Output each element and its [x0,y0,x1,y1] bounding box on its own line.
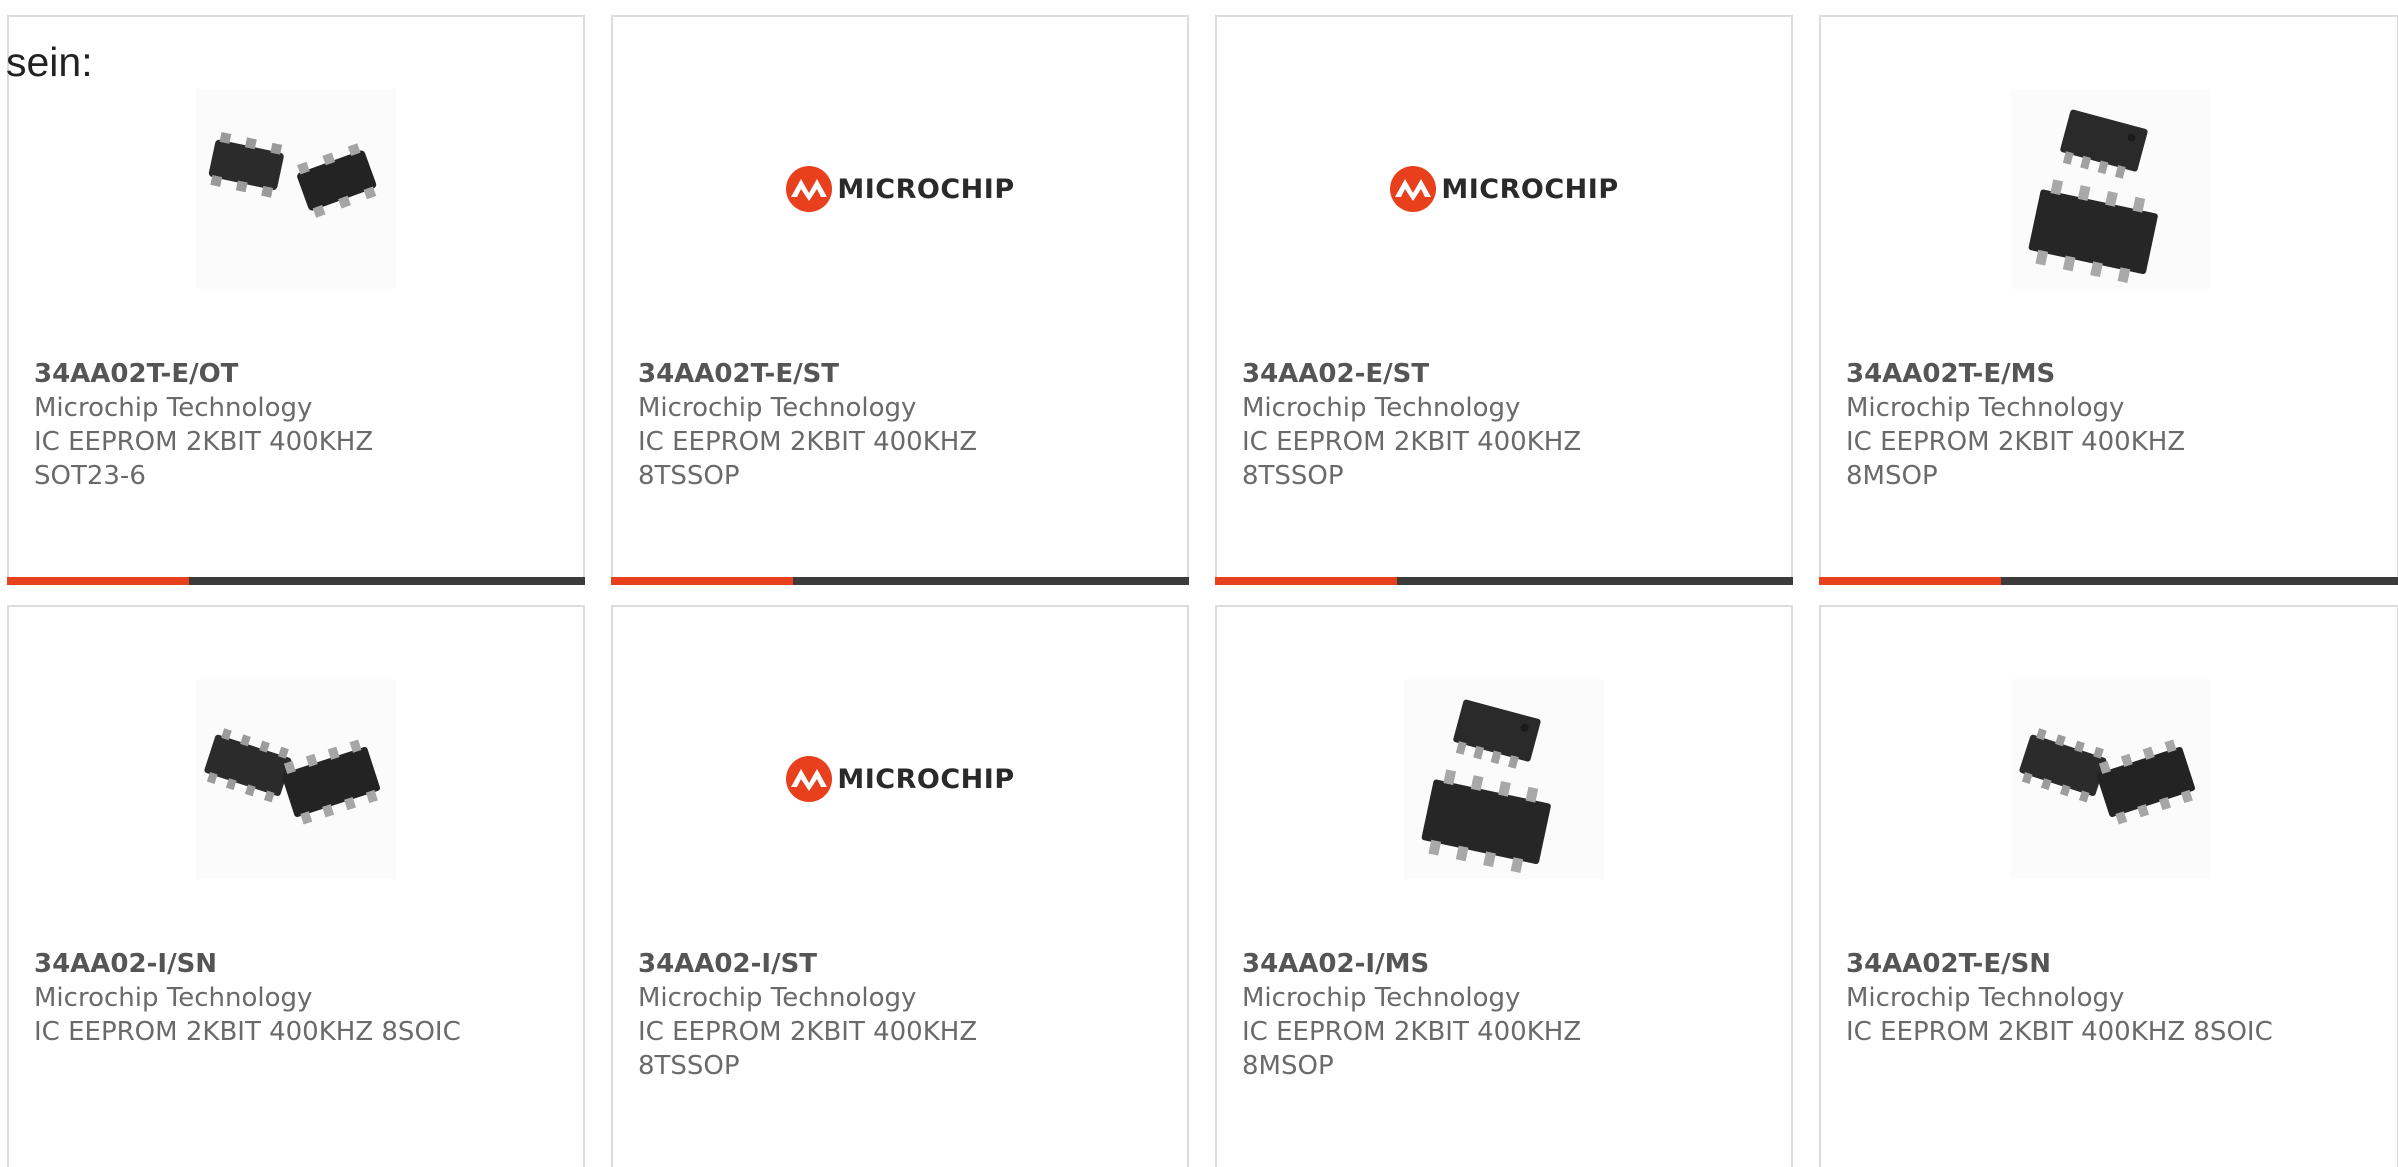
manufacturer: Microchip Technology [1846,983,2125,1013]
product-image-logo[interactable]: MICROCHIP [786,89,1014,289]
manufacturer: Microchip Technology [1242,983,1521,1013]
product-card[interactable]: 34AA02T-E/OT Microchip Technology IC EEP… [7,15,585,585]
microchip-logo: MICROCHIP [785,165,1014,213]
card-accent-fill [611,577,793,585]
logo-wordmark: MICROCHIP [837,173,1015,205]
description-line: 8TSSOP [638,1051,740,1081]
part-number-link[interactable]: 34AA02T-E/OT [34,357,563,391]
product-card[interactable]: MICROCHIP 34AA02-E/ST Microchip Technolo… [1215,15,1793,585]
product-image-logo[interactable]: MICROCHIP [786,679,1014,879]
product-image-msop[interactable] [1404,679,1604,879]
product-info: 34AA02T-E/ST Microchip Technology IC EEP… [638,357,1167,493]
description-line: IC EEPROM 2KBIT 400KHZ [1242,427,1582,457]
description-line: IC EEPROM 2KBIT 400KHZ [34,427,374,457]
microchip-logo: MICROCHIP [1389,165,1618,213]
product-image-sot23[interactable] [196,89,396,289]
msop-chip-icon [2011,89,2211,289]
description-line: 8MSOP [1242,1051,1334,1081]
description-line: IC EEPROM 2KBIT 400KHZ [638,1017,978,1047]
logo-wordmark: MICROCHIP [837,763,1015,795]
logo-wordmark: MICROCHIP [1441,173,1619,205]
part-number-link[interactable]: 34AA02T-E/ST [638,357,1167,391]
manufacturer: Microchip Technology [1846,393,2125,423]
description-line: IC EEPROM 2KBIT 400KHZ [1846,427,2186,457]
card-accent-bar [611,577,1189,585]
description-line: 8TSSOP [638,461,740,491]
product-info: 34AA02T-E/SN Microchip Technology IC EEP… [1846,947,2377,1049]
product-info: 34AA02-E/ST Microchip Technology IC EEPR… [1242,357,1771,493]
card-accent-fill [1215,577,1397,585]
product-card[interactable]: 34AA02-I/MS Microchip Technology IC EEPR… [1215,605,1793,1167]
sot23-chip-icon [196,89,396,289]
description-line: IC EEPROM 2KBIT 400KHZ 8SOIC [34,1017,461,1047]
microchip-logo: MICROCHIP [785,755,1014,803]
manufacturer: Microchip Technology [34,983,313,1013]
product-card[interactable]: MICROCHIP 34AA02-I/ST Microchip Technolo… [611,605,1189,1167]
product-card[interactable]: MICROCHIP 34AA02T-E/ST Microchip Technol… [611,15,1189,585]
description-line: IC EEPROM 2KBIT 400KHZ [638,427,978,457]
soic-chip-icon [196,679,396,879]
part-number-link[interactable]: 34AA02-I/MS [1242,947,1771,981]
manufacturer: Microchip Technology [34,393,313,423]
part-number-link[interactable]: 34AA02T-E/MS [1846,357,2377,391]
product-image-soic[interactable] [196,679,396,879]
card-accent-fill [1819,577,2001,585]
product-info: 34AA02T-E/OT Microchip Technology IC EEP… [34,357,563,493]
intro-text: sein: [6,39,93,85]
description-line: 8MSOP [1846,461,1938,491]
product-card[interactable]: 34AA02T-E/MS Microchip Technology IC EEP… [1819,15,2398,585]
product-card[interactable]: 34AA02T-E/SN Microchip Technology IC EEP… [1819,605,2398,1167]
microchip-logo-icon [786,166,833,212]
microchip-logo-icon [1390,166,1437,212]
product-grid-page: sein: 34AA02T-E/OT Microchip Technology … [0,0,2398,1167]
card-accent-fill [7,577,189,585]
product-image-soic[interactable] [2011,679,2211,879]
soic-chip-icon [2011,679,2211,879]
product-card[interactable]: 34AA02-I/SN Microchip Technology IC EEPR… [7,605,585,1167]
product-info: 34AA02-I/ST Microchip Technology IC EEPR… [638,947,1167,1083]
manufacturer: Microchip Technology [638,983,917,1013]
description-line: IC EEPROM 2KBIT 400KHZ 8SOIC [1846,1017,2273,1047]
card-accent-bar [7,577,585,585]
description-line: 8TSSOP [1242,461,1344,491]
manufacturer: Microchip Technology [638,393,917,423]
part-number-link[interactable]: 34AA02-I/ST [638,947,1167,981]
card-accent-bar [1215,577,1793,585]
description-line: SOT23-6 [34,461,146,491]
product-info: 34AA02-I/SN Microchip Technology IC EEPR… [34,947,563,1049]
part-number-link[interactable]: 34AA02T-E/SN [1846,947,2377,981]
product-image-msop[interactable] [2011,89,2211,289]
msop-chip-icon [1404,679,1604,879]
card-accent-bar [1819,577,2398,585]
description-line: IC EEPROM 2KBIT 400KHZ [1242,1017,1582,1047]
product-image-logo[interactable]: MICROCHIP [1390,89,1618,289]
manufacturer: Microchip Technology [1242,393,1521,423]
part-number-link[interactable]: 34AA02-E/ST [1242,357,1771,391]
part-number-link[interactable]: 34AA02-I/SN [34,947,563,981]
microchip-logo-icon [786,756,833,802]
product-info: 34AA02-I/MS Microchip Technology IC EEPR… [1242,947,1771,1083]
product-info: 34AA02T-E/MS Microchip Technology IC EEP… [1846,357,2377,493]
